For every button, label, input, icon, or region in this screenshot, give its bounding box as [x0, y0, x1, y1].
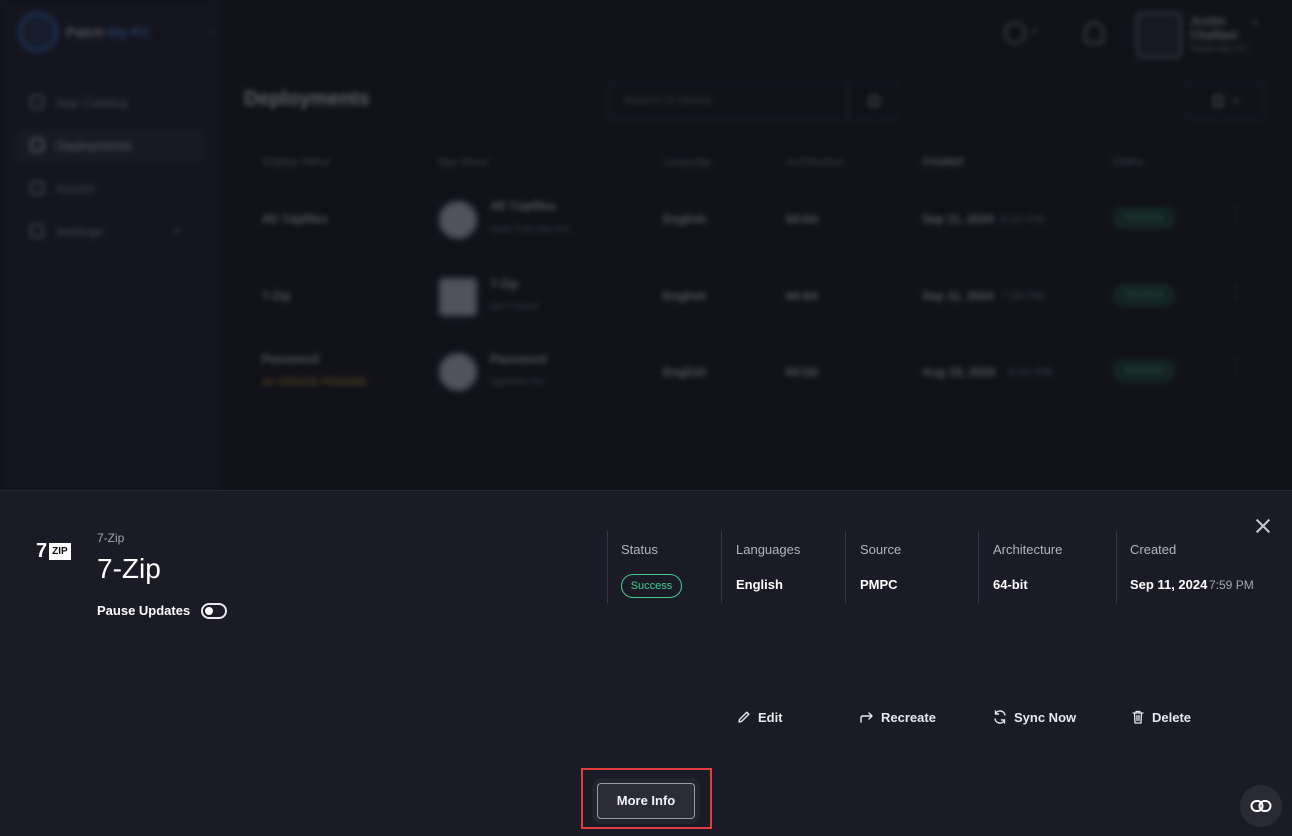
- app-vendor-name: 7-Zip: [97, 531, 125, 545]
- column-divider: [721, 531, 722, 603]
- pause-updates-label: Pause Updates: [97, 603, 191, 618]
- pencil-icon: [738, 711, 750, 723]
- created-date: Sep 11, 2024: [1130, 577, 1208, 592]
- architecture-label: Architecture: [993, 542, 1063, 557]
- edit-button[interactable]: Edit: [736, 709, 783, 725]
- sync-now-button[interactable]: Sync Now: [992, 709, 1076, 725]
- more-info-button[interactable]: More Info: [597, 783, 695, 819]
- column-divider: [978, 531, 979, 603]
- created-label: Created: [1130, 542, 1177, 557]
- sync-icon: [994, 710, 1006, 724]
- status-label: Status: [621, 542, 658, 557]
- toggle-knob: [205, 607, 213, 615]
- languages-label: Languages: [736, 542, 801, 557]
- app-title: 7-Zip: [97, 553, 161, 584]
- recreate-button[interactable]: Recreate: [859, 709, 936, 725]
- chat-button[interactable]: [1240, 785, 1282, 827]
- infinity-icon: [1250, 800, 1272, 812]
- delete-button[interactable]: Delete: [1130, 709, 1191, 725]
- close-icon[interactable]: [1252, 515, 1274, 537]
- architecture-value: 64-bit: [993, 577, 1028, 592]
- deployment-detail-panel: 7 ZIP 7-Zip 7-Zip Pause Updates Status S…: [0, 490, 1292, 836]
- status-badge: Success: [621, 574, 682, 598]
- languages-value: English: [736, 577, 783, 592]
- source-value: PMPC: [860, 577, 898, 592]
- pause-updates-toggle[interactable]: [201, 603, 227, 619]
- trash-icon: [1132, 710, 1144, 724]
- source-label: Source: [860, 542, 902, 557]
- share-arrow-icon: [860, 712, 873, 723]
- column-divider: [607, 531, 608, 603]
- column-divider: [845, 531, 846, 603]
- column-divider: [1116, 531, 1117, 603]
- 7zip-logo-icon: 7 ZIP: [36, 541, 76, 561]
- created-time: 7:59 PM: [1209, 578, 1254, 592]
